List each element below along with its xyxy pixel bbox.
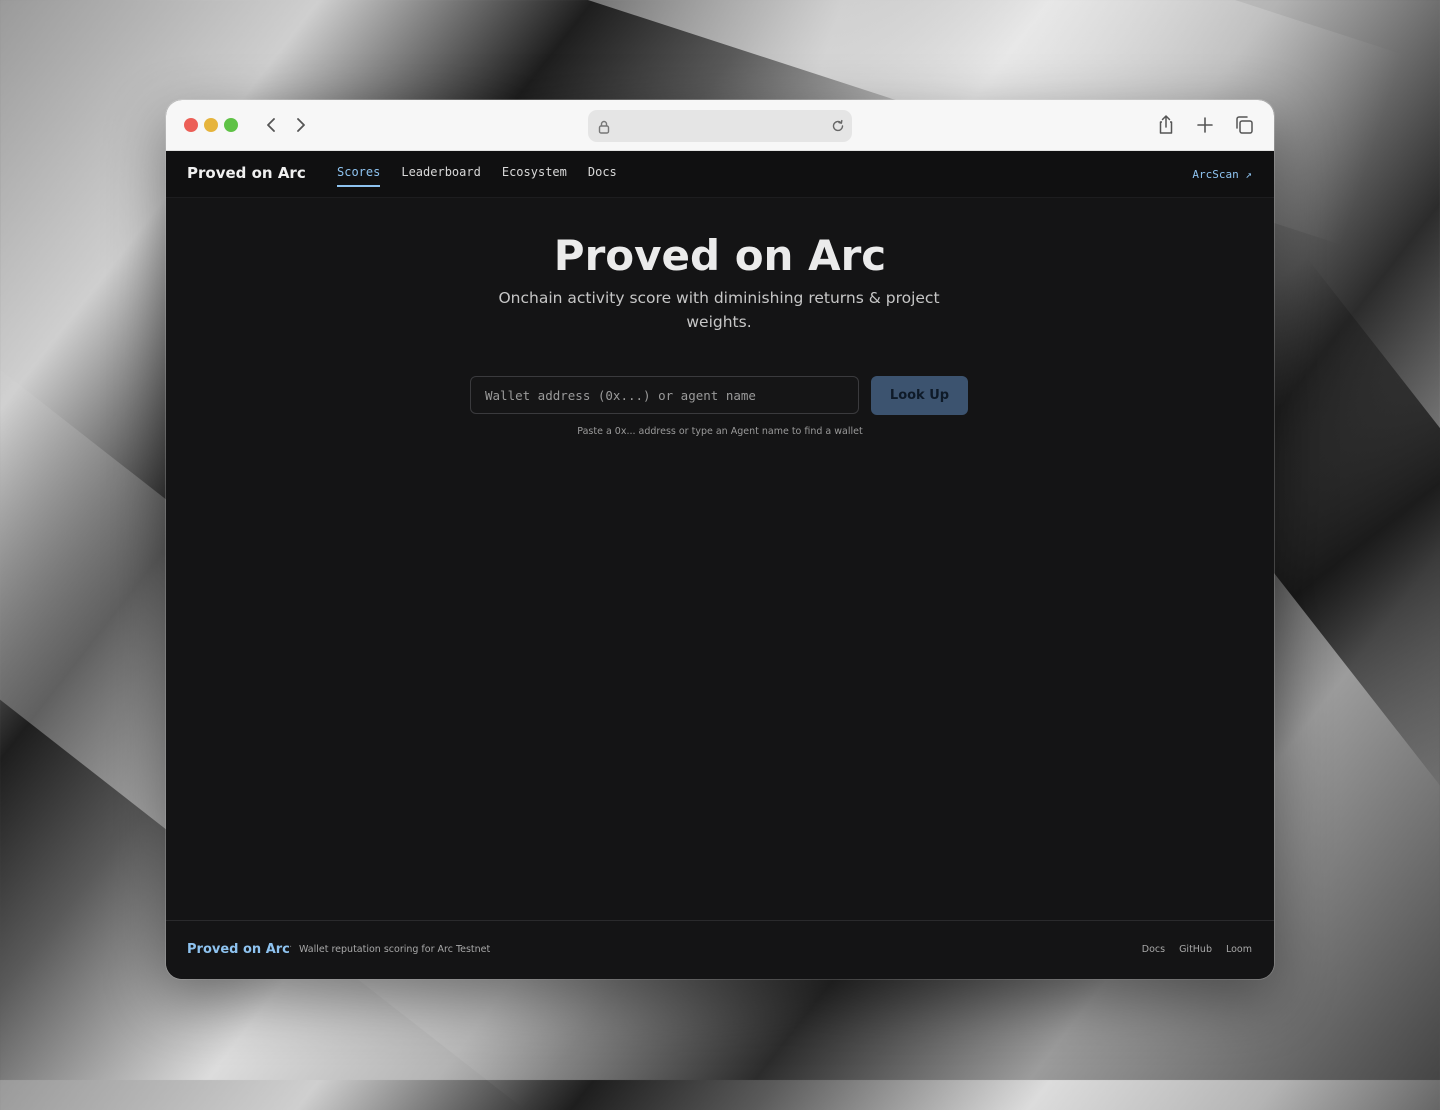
footer-link-docs[interactable]: Docs xyxy=(1142,944,1165,955)
browser-window: Proved on Arc Scores Leaderboard Ecosyst… xyxy=(166,100,1274,979)
footer-brand[interactable]: Proved on Arc xyxy=(187,942,290,957)
footer-link-loom[interactable]: Loom xyxy=(1226,944,1252,955)
brand-logo[interactable]: Proved on Arc xyxy=(187,164,306,182)
page-subtitle: Onchain activity score with diminishing … xyxy=(498,289,940,331)
lock-icon xyxy=(598,119,610,134)
footer-links: Docs GitHub Loom xyxy=(1142,944,1252,955)
forward-icon[interactable] xyxy=(290,114,310,136)
zoom-window-button[interactable] xyxy=(224,118,238,132)
browser-toolbar xyxy=(166,100,1274,151)
site-footer: Proved on Arc · Wallet reputation scorin… xyxy=(166,920,1274,979)
nav-link-docs[interactable]: Docs xyxy=(588,165,617,187)
wallet-search-input[interactable] xyxy=(470,376,859,414)
arcscan-link[interactable]: ArcScan ↗ xyxy=(1192,168,1252,181)
search-hint: Paste a 0x... address or type an Agent n… xyxy=(577,426,863,437)
look-up-button[interactable]: Look Up xyxy=(871,376,968,415)
nav-link-scores[interactable]: Scores xyxy=(337,165,381,187)
site-navbar: Proved on Arc Scores Leaderboard Ecosyst… xyxy=(166,151,1274,198)
minimize-window-button[interactable] xyxy=(204,118,218,132)
main-content: Proved on Arc Onchain activity score wit… xyxy=(166,198,1274,921)
new-tab-icon[interactable] xyxy=(1193,113,1217,137)
close-window-button[interactable] xyxy=(184,118,198,132)
footer-separator: · xyxy=(289,942,293,953)
page-title: Proved on Arc xyxy=(553,231,887,280)
reload-icon[interactable] xyxy=(830,118,846,134)
address-bar[interactable] xyxy=(588,110,852,142)
share-icon[interactable] xyxy=(1154,113,1178,137)
nav-links: Scores Leaderboard Ecosystem Docs xyxy=(337,165,617,187)
nav-link-leaderboard[interactable]: Leaderboard xyxy=(401,165,480,187)
footer-link-github[interactable]: GitHub xyxy=(1179,944,1212,955)
footer-tagline: Wallet reputation scoring for Arc Testne… xyxy=(299,944,491,955)
tabs-overview-icon[interactable] xyxy=(1232,113,1256,137)
nav-link-ecosystem[interactable]: Ecosystem xyxy=(502,165,567,187)
back-icon[interactable] xyxy=(262,114,282,136)
